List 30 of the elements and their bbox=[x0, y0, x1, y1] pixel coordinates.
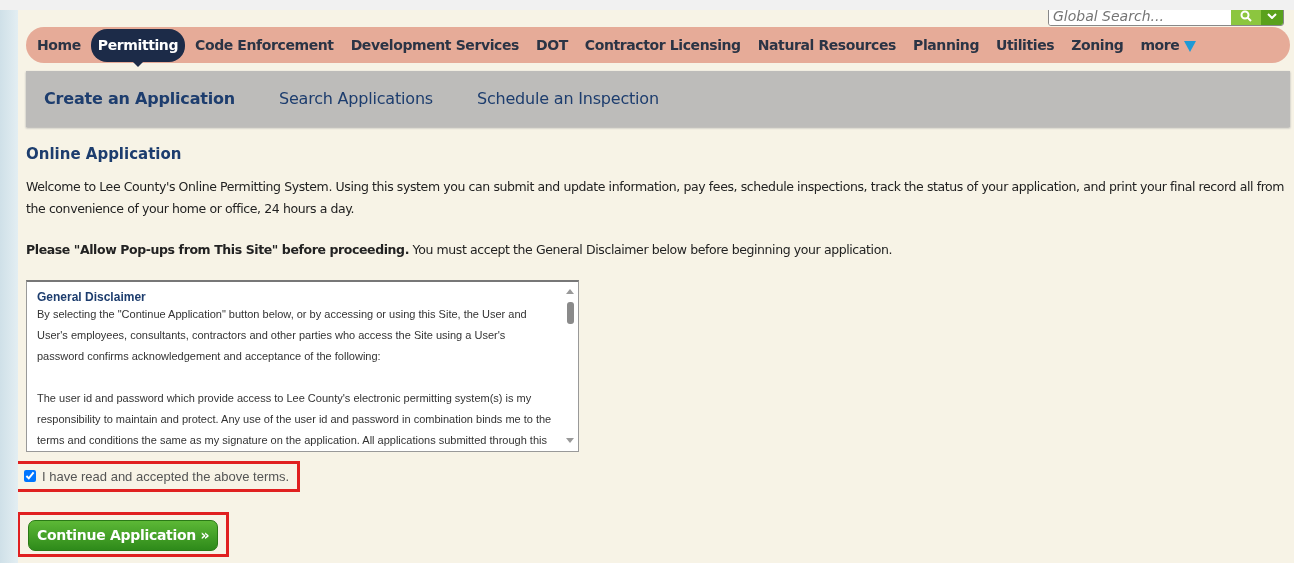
caret-icon bbox=[1267, 13, 1277, 19]
search-field[interactable]: Global Search... bbox=[1048, 10, 1284, 26]
checkbox-label: I have read and accepted the above terms. bbox=[42, 467, 290, 486]
subnav-link[interactable]: Create an Application bbox=[44, 87, 235, 111]
more-menu[interactable]: more bbox=[1133, 28, 1203, 62]
search-button[interactable] bbox=[1231, 10, 1261, 25]
nav-tab[interactable]: Natural Resources bbox=[750, 28, 904, 62]
search-icon bbox=[1240, 10, 1252, 22]
nav-tab[interactable]: DOT bbox=[528, 28, 575, 62]
nav-tab[interactable]: Home bbox=[30, 28, 88, 62]
section-heading: Online Application bbox=[26, 144, 183, 165]
notice-text: Please "Allow Pop-ups from This Site" before proceeding. You must accept the General Disclaimer below before beginning your application. bbox=[26, 240, 894, 259]
continue-button[interactable]: Continue Application » bbox=[28, 520, 219, 551]
nav-tab[interactable]: Permitting bbox=[90, 28, 186, 62]
disclaimer-text: By selecting the "Continue Application" button below, or by accessing or using this Site, the User and User's employees, consultants, contractors and other parties who access the Site using a User's password confirms acknowledgement and acceptance of the following: bbox=[37, 306, 528, 364]
nav-tab[interactable]: Zoning bbox=[1064, 28, 1131, 62]
dropdown-button[interactable] bbox=[1261, 10, 1283, 25]
tab-pointer bbox=[132, 61, 143, 67]
nav-tab[interactable]: Utilities bbox=[989, 28, 1062, 62]
nav-tab[interactable]: Development Services bbox=[343, 28, 526, 62]
intro-text: Welcome to Lee County's Online Permitting System. Using this system you can submit and update information, pay fees, schedule inspections, track the status of your application, and print your final record all from the convenience of your home or office, 24 hours a day. bbox=[26, 177, 1286, 218]
subnav-link[interactable]: Search Applications bbox=[278, 87, 433, 111]
disclaimer-text: The user id and password which provide access to Lee County's electronic permitting system(s) is my responsibility to maintain and protect. Any use of the user id and password in combination binds me to the terms and conditions the same as my signature on the application. All applications submitted through this bbox=[37, 390, 552, 448]
caret-icon bbox=[1183, 39, 1196, 52]
nav-tab[interactable]: Planning bbox=[906, 28, 987, 62]
disclaimer-title: General Disclaimer bbox=[37, 289, 147, 304]
accept-checkbox[interactable] bbox=[24, 470, 36, 483]
nav-tab[interactable]: Contractor Licensing bbox=[577, 28, 748, 62]
subnav-link[interactable]: Schedule an Inspection bbox=[476, 87, 659, 111]
nav-tab[interactable]: Code Enforcement bbox=[188, 28, 341, 62]
